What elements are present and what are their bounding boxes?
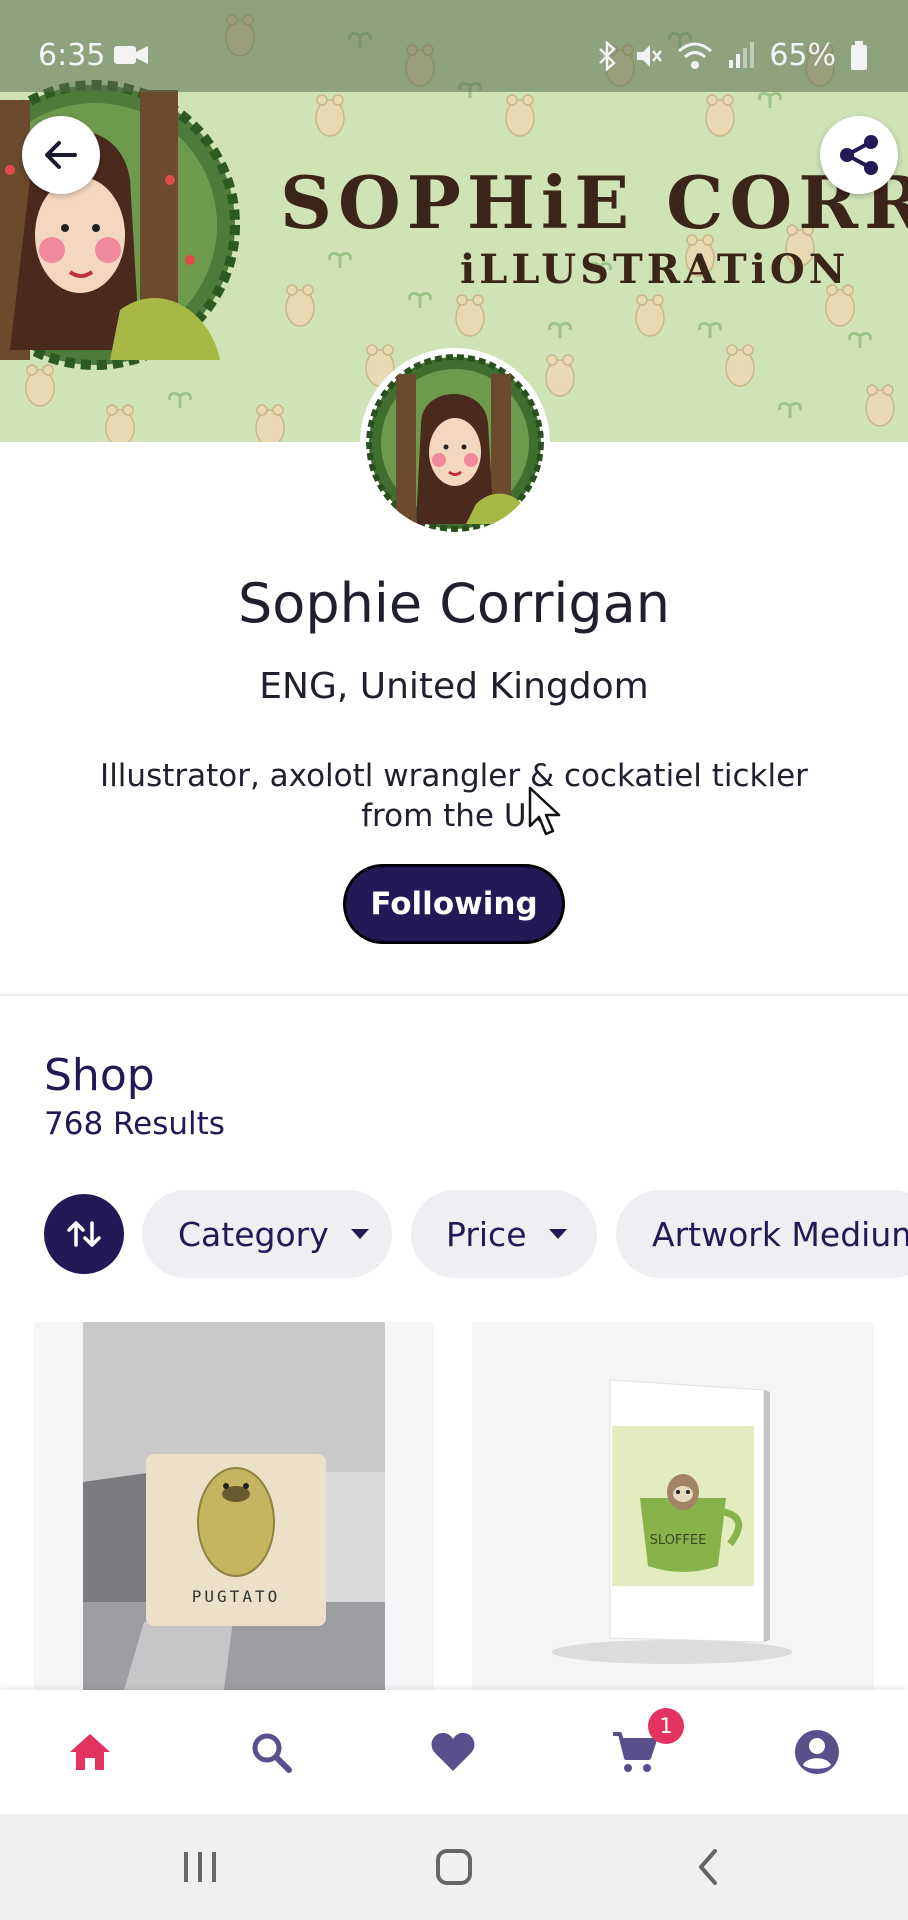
nav-home[interactable]	[40, 1690, 140, 1814]
banner-subtitle-lettering: iLLUSTRATiON	[460, 246, 850, 293]
product-image-pillow: PUGTATO	[34, 1322, 434, 1690]
video-camera-icon	[114, 46, 148, 64]
home-icon	[70, 1734, 110, 1770]
signal-icon	[729, 41, 755, 68]
nav-favorites[interactable]	[403, 1690, 503, 1814]
filter-chip-category[interactable]: Category	[142, 1190, 392, 1278]
caret-down-icon	[350, 1229, 369, 1239]
bottom-navigation	[0, 1690, 908, 1814]
filter-chip-label: Artwork Medium	[652, 1214, 908, 1254]
share-button[interactable]	[820, 116, 898, 194]
profile-name: Sophie Corrigan	[238, 572, 670, 635]
battery-percentage: 65%	[769, 38, 836, 73]
banner-title-lettering: SOPHiE CORRiGA	[280, 160, 908, 245]
system-navigation-bar	[0, 1814, 908, 1920]
account-icon	[795, 1730, 839, 1774]
portrait-illustration	[0, 80, 240, 370]
mouse-pointer-icon	[528, 786, 561, 836]
filter-chip-label: Price	[446, 1214, 527, 1254]
arrow-left-icon	[45, 141, 77, 169]
status-bar: 6:35 65%	[0, 0, 908, 92]
product-image-text: PUGTATO	[192, 1587, 280, 1606]
product-image-text: SLOFFEE	[650, 1533, 707, 1548]
filter-chip-artwork-medium[interactable]: Artwork Medium	[616, 1190, 908, 1278]
bluetooth-icon	[599, 40, 617, 71]
chevron-left-icon	[699, 1849, 717, 1885]
results-count: 768 Results	[44, 1106, 225, 1142]
recent-apps-icon	[184, 1852, 216, 1882]
nav-account[interactable]	[767, 1690, 867, 1814]
back-system-button[interactable]	[658, 1814, 758, 1920]
mute-icon	[637, 44, 663, 67]
home-square-icon	[436, 1849, 472, 1885]
search-icon	[252, 1733, 292, 1773]
product-card[interactable]: PUGTATO	[34, 1322, 434, 1690]
battery-icon	[851, 40, 867, 70]
filter-chip-label: Category	[178, 1214, 329, 1254]
avatar-illustration	[366, 354, 544, 532]
status-time: 6:35	[38, 38, 106, 73]
home-system-button[interactable]	[404, 1814, 504, 1920]
product-card[interactable]: SLOFFEE	[472, 1322, 874, 1690]
following-button[interactable]: Following	[343, 864, 565, 944]
shop-title: Shop	[44, 1050, 155, 1101]
nav-search[interactable]	[221, 1690, 321, 1814]
cart-icon	[613, 1732, 657, 1772]
product-image-card: SLOFFEE	[472, 1322, 874, 1690]
cart-badge: 1	[648, 1708, 684, 1744]
heart-icon	[431, 1732, 475, 1771]
filter-chip-price[interactable]: Price	[411, 1190, 597, 1278]
wifi-icon	[678, 42, 713, 69]
caret-down-icon	[548, 1229, 567, 1239]
sort-button[interactable]	[44, 1194, 124, 1274]
sort-arrows-icon	[67, 1221, 101, 1247]
share-icon	[840, 135, 878, 175]
section-divider	[0, 994, 908, 996]
back-button[interactable]	[22, 116, 100, 194]
profile-bio: Illustrator, axolotl wrangler & cockatie…	[100, 758, 808, 834]
recent-apps-button[interactable]	[150, 1814, 250, 1920]
avatar	[366, 354, 544, 532]
profile-location: ENG, United Kingdom	[259, 666, 649, 707]
